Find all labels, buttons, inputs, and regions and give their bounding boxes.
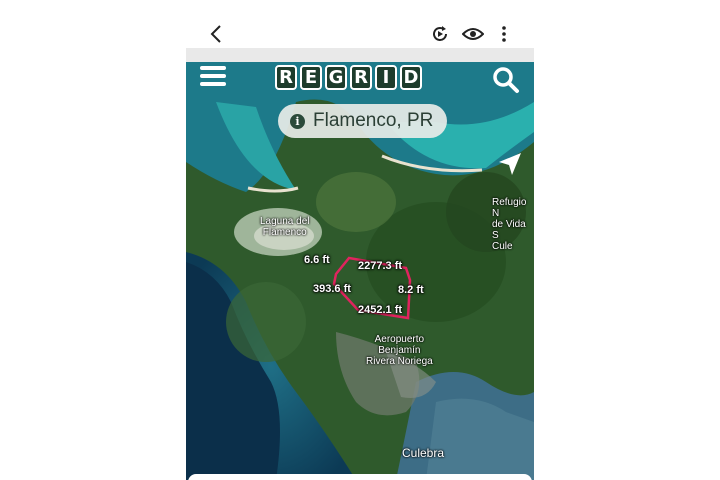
measurement-label: 393.6 ft bbox=[313, 283, 351, 295]
logo-letter: G bbox=[325, 65, 347, 90]
measurement-label: 8.2 ft bbox=[398, 284, 424, 296]
measurement-label: 2452.1 ft bbox=[358, 304, 403, 316]
location-pill[interactable]: i Flamenco, PR bbox=[278, 104, 448, 138]
logo-letters: REGRID bbox=[275, 65, 422, 92]
toolbar-divider bbox=[186, 48, 534, 62]
map-label-airport: Aeropuerto Benjamín Rivera Noriega bbox=[366, 334, 433, 367]
app-header: REGRID bbox=[186, 62, 534, 96]
satellite-map[interactable]: REGRID i Flamenco, PR Laguna del Flamenc… bbox=[186, 62, 534, 480]
eye-icon bbox=[462, 28, 484, 40]
info-icon: i bbox=[290, 113, 305, 129]
bottom-sheet[interactable] bbox=[188, 474, 532, 480]
search-icon[interactable] bbox=[492, 66, 520, 94]
regrid-logo: REGRID bbox=[275, 65, 422, 92]
measurement-label: 6.6 ft bbox=[304, 254, 330, 266]
map-label-laguna: Laguna del Flamenco bbox=[260, 216, 310, 238]
logo-letter: E bbox=[300, 65, 322, 90]
more-options-button[interactable] bbox=[492, 22, 516, 46]
logo-letter: R bbox=[275, 65, 297, 90]
map-label-culebra: Culebra bbox=[402, 446, 445, 460]
browser-toolbar bbox=[186, 0, 534, 62]
hamburger-menu-icon[interactable] bbox=[200, 66, 226, 88]
location-label: Flamenco, PR bbox=[313, 110, 434, 131]
logo-letter: D bbox=[400, 65, 422, 90]
logo-letter: I bbox=[375, 65, 397, 90]
back-button[interactable] bbox=[204, 22, 228, 46]
replay-button[interactable] bbox=[428, 22, 452, 46]
more-vertical-icon bbox=[502, 26, 506, 42]
logo-letter: R bbox=[350, 65, 372, 90]
map-label-refugio: Refugio N de Vida S Cule bbox=[492, 197, 527, 252]
view-button[interactable] bbox=[461, 22, 485, 46]
phone-screen: REGRID i Flamenco, PR Laguna del Flamenc… bbox=[186, 0, 534, 480]
replay-icon bbox=[433, 26, 447, 41]
navigation-arrow-icon[interactable] bbox=[498, 152, 522, 176]
chevron-left-icon bbox=[210, 25, 221, 43]
measurement-label: 2277.3 ft bbox=[358, 260, 403, 272]
